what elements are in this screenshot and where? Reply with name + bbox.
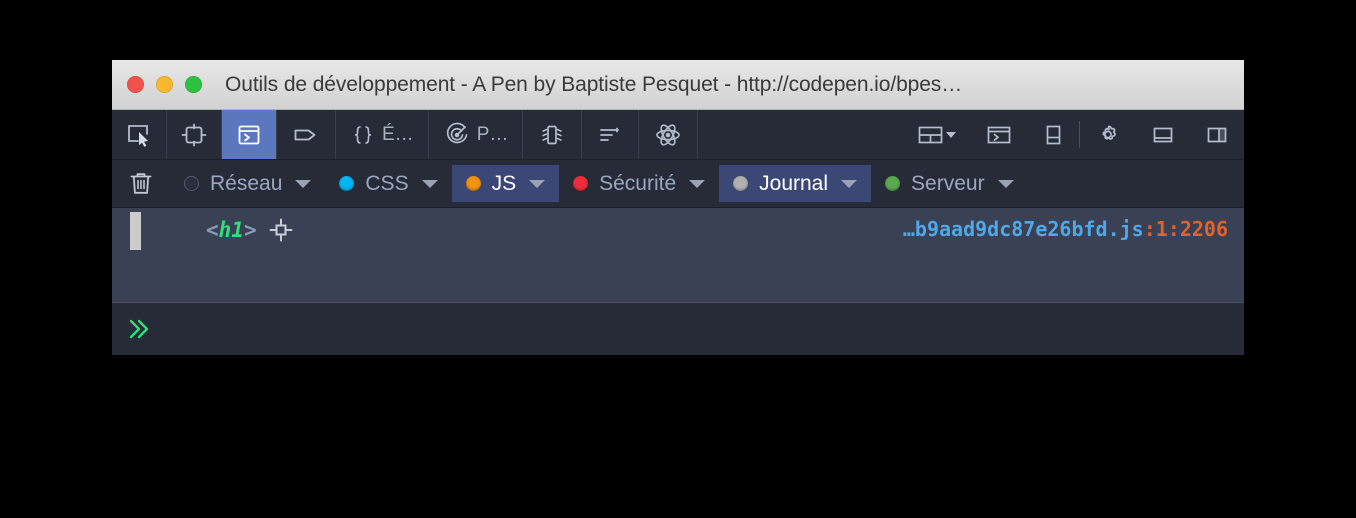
tab-react[interactable] [639, 110, 699, 159]
filter-dot-serveur [885, 176, 901, 191]
filter-label-reseau: Réseau [210, 171, 283, 195]
maximize-button[interactable] [185, 76, 202, 93]
filter-serveur[interactable]: Serveur [871, 165, 1028, 202]
dock-side-panel-button[interactable] [1190, 110, 1244, 159]
filter-css[interactable]: CSS [325, 165, 451, 202]
log-source-link[interactable]: …b9aad9dc87e26bfd.js:1:2206 [903, 217, 1228, 241]
filter-dot-js [465, 176, 481, 191]
console-icon [236, 123, 262, 147]
layout-split-dropdown-button[interactable] [903, 110, 971, 159]
layout-split-icon [917, 123, 957, 147]
page-title: Outils de développement - A Pen by Bapti… [225, 72, 963, 96]
responsive-design-mode-button[interactable] [167, 110, 222, 159]
chevron-down-icon[interactable] [421, 179, 438, 188]
filter-journal[interactable]: Journal [719, 165, 872, 202]
log-entry-marker [130, 212, 141, 250]
console-output[interactable]: <h1> …b9aad9dc87e26bfd.js:1:2206 [112, 208, 1244, 302]
responsive-design-icon [181, 123, 207, 147]
filter-securite[interactable]: Sécurité [559, 165, 719, 202]
tab-performance[interactable]: P… [429, 110, 524, 159]
filter-dot-css [339, 176, 355, 191]
tab-inspector[interactable] [277, 110, 336, 159]
bracket-close: > [243, 218, 257, 242]
settings-button[interactable] [1080, 110, 1136, 159]
clear-console-button[interactable] [112, 160, 170, 207]
devtools-toolbar: É… P… [112, 110, 1244, 160]
minimize-button[interactable] [156, 76, 173, 93]
filter-dot-reseau [184, 176, 199, 191]
log-source-position: :1:2206 [1143, 217, 1228, 241]
console-command-input[interactable] [152, 303, 1244, 354]
log-node-reference[interactable]: <h1> [206, 218, 257, 242]
tab-debugger-label: É… [382, 123, 414, 145]
filter-label-js: JS [491, 171, 517, 195]
memory-chip-icon [537, 122, 567, 148]
tab-performance-label: P… [476, 123, 509, 145]
filter-reseau[interactable]: Réseau [170, 165, 325, 202]
inspect-node-icon[interactable] [268, 217, 294, 243]
log-source-file: …b9aad9dc87e26bfd.js [902, 217, 1144, 241]
dock-bottom-panel-icon [1150, 123, 1176, 147]
log-entry-content: <h1> [206, 217, 294, 243]
filter-label-securite: Sécurité [599, 171, 677, 195]
storage-lines-icon [596, 123, 624, 147]
tab-memory[interactable] [523, 110, 583, 159]
dock-bottom-icon [1041, 123, 1065, 147]
gear-icon [1094, 122, 1122, 148]
filter-dot-journal [733, 176, 749, 191]
dock-side-panel-icon [1204, 123, 1230, 147]
console-command-bar[interactable] [112, 302, 1244, 354]
filter-js[interactable]: JS [451, 165, 560, 202]
curly-braces-icon [350, 123, 376, 147]
picker-icon-button[interactable] [112, 110, 167, 159]
node-tag-name: h1 [218, 218, 244, 242]
dock-bottom-panel-button[interactable] [1136, 110, 1190, 159]
window-title-bar: Outils de développement - A Pen by Bapti… [112, 60, 1244, 110]
chevron-down-icon[interactable] [689, 179, 706, 188]
chevron-down-icon[interactable] [841, 179, 858, 188]
close-button[interactable] [127, 76, 144, 93]
prompt-chevron-icon [126, 315, 152, 343]
console-log-entry[interactable]: <h1> …b9aad9dc87e26bfd.js:1:2206 [112, 208, 1244, 252]
split-console-icon [985, 123, 1013, 147]
tab-console[interactable] [222, 110, 277, 159]
tab-debugger[interactable]: É… [336, 110, 429, 159]
bracket-open: < [206, 218, 219, 242]
dock-bottom-button[interactable] [1027, 110, 1079, 159]
filter-dot-securite [573, 176, 589, 191]
chevron-down-icon[interactable] [295, 179, 312, 188]
performance-icon [443, 122, 471, 148]
inspector-tag-icon [291, 123, 321, 147]
split-console-button[interactable] [971, 110, 1027, 159]
tab-storage[interactable] [582, 110, 640, 159]
chevron-down-icon[interactable] [529, 179, 546, 188]
console-filter-bar: Réseau CSS JS Sécurité Journal Serveur [112, 160, 1244, 208]
picker-icon [126, 123, 152, 147]
filter-label-serveur: Serveur [911, 171, 985, 195]
chevron-down-icon[interactable] [997, 179, 1014, 188]
filter-label-css: CSS [365, 171, 409, 195]
filter-label-journal: Journal [759, 171, 829, 195]
trash-icon [127, 169, 155, 199]
react-atom-icon [653, 122, 683, 148]
devtools-window: Outils de développement - A Pen by Bapti… [112, 60, 1244, 355]
